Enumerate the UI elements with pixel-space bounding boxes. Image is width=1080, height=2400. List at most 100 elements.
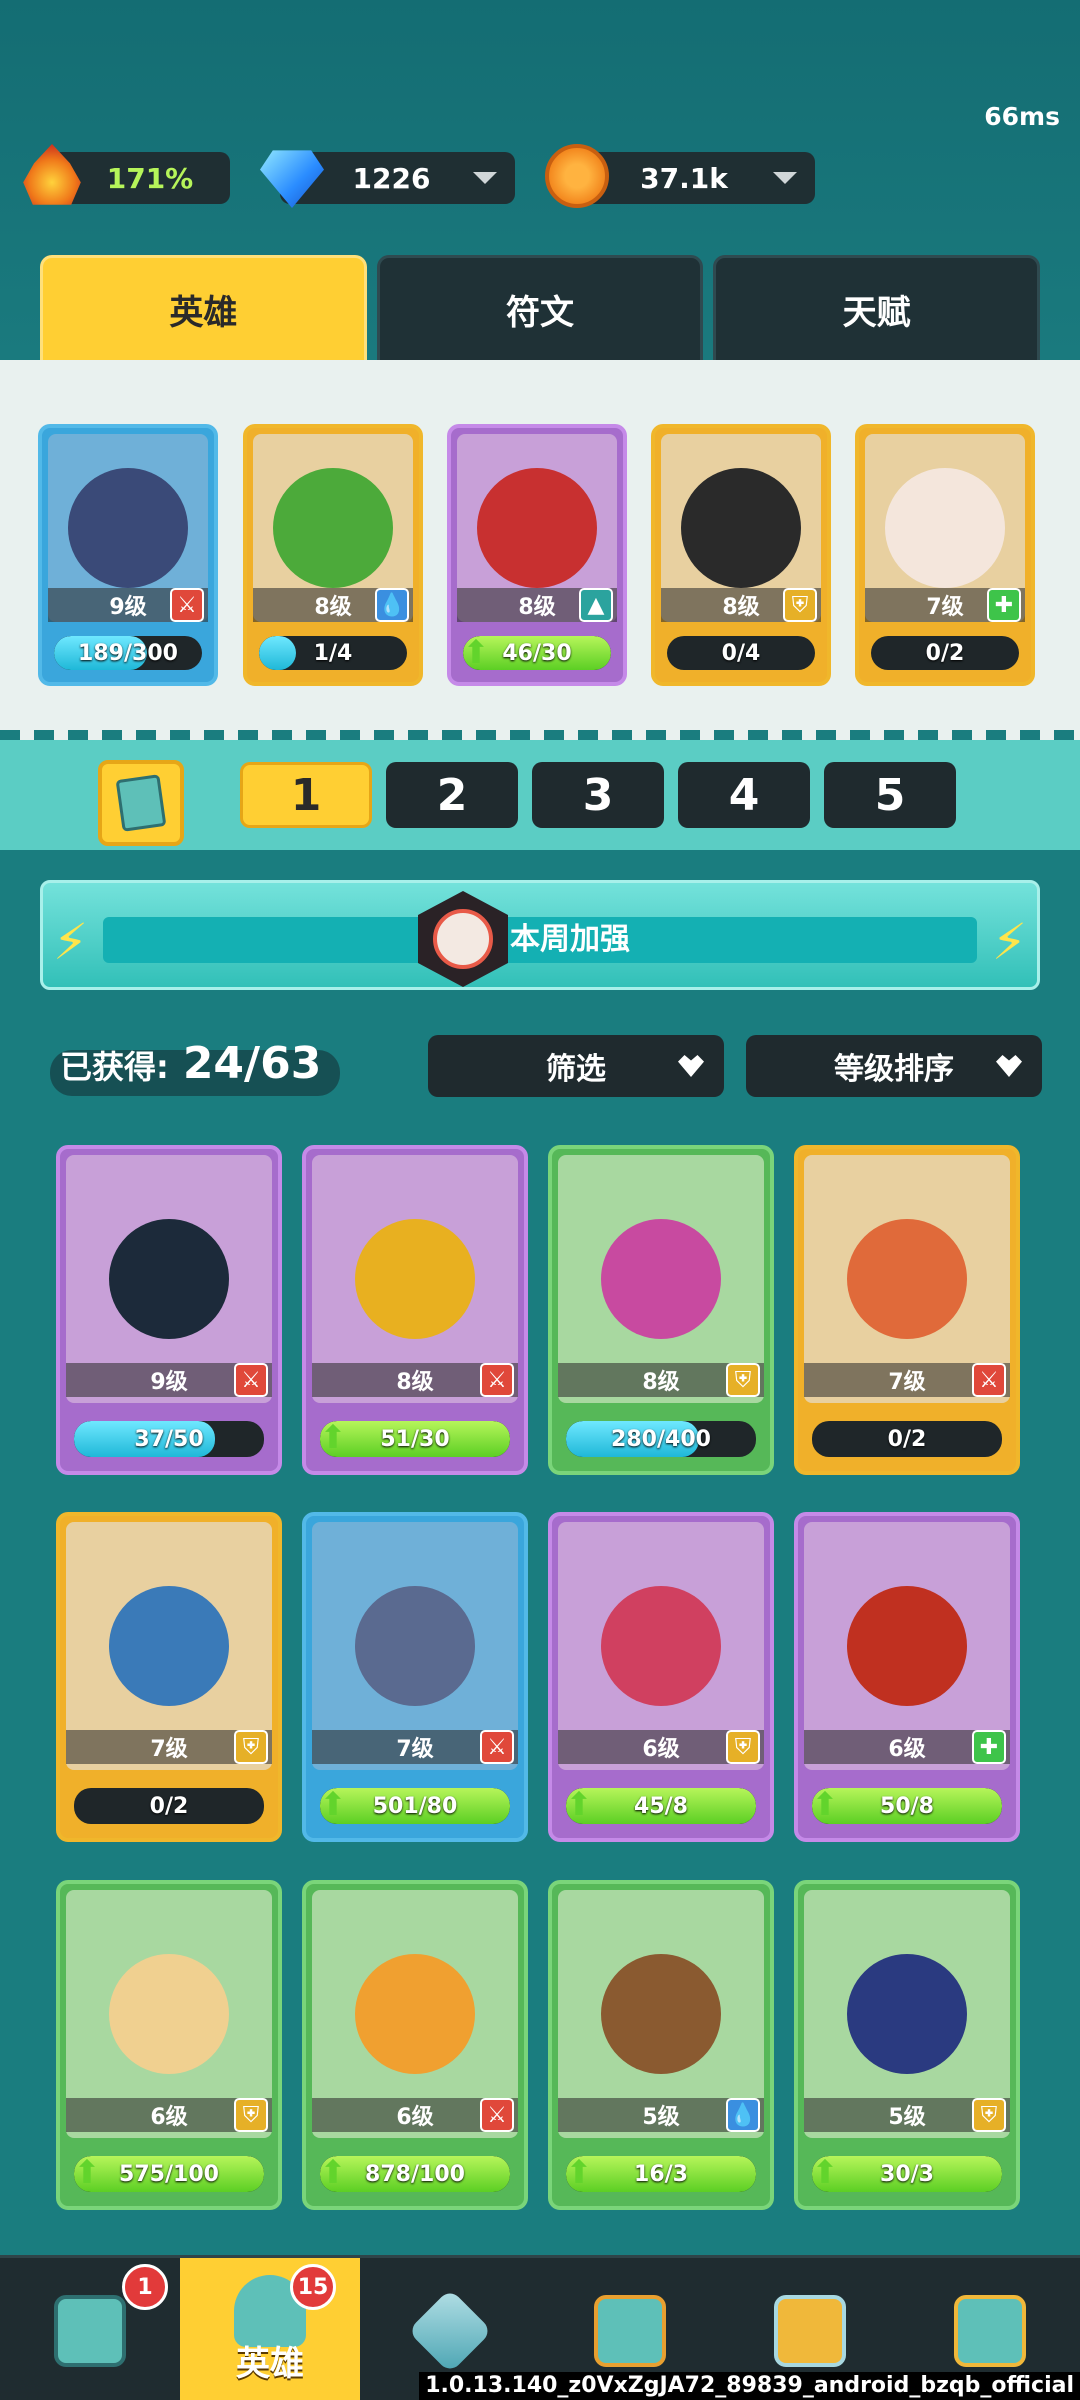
team-page-3[interactable]: 3 [532, 762, 664, 828]
hero-avatar [109, 1586, 229, 1706]
owned-count: 已获得: 24/63 [60, 1038, 321, 1089]
filter-dropdown[interactable]: 筛选 [428, 1035, 724, 1097]
coin-resource[interactable]: 37.1k [545, 144, 815, 208]
sort-label: 等级排序 [834, 1052, 954, 1087]
plus-icon: ✚ [987, 588, 1021, 622]
team-page-5[interactable]: 5 [824, 762, 956, 828]
progress-fill [259, 636, 296, 670]
hero-card[interactable]: 6级 ⚔ ⬆ 878/100 [302, 1880, 528, 2210]
hero-progress-text: 45/8 [634, 1793, 688, 1819]
banner-title: 本周加强 [510, 922, 630, 957]
team-hero-card[interactable]: 8级 ▲ ⬆ 46/30 [447, 424, 627, 686]
hero-progress-text: 0/2 [925, 640, 965, 666]
hero-progress-text: 878/100 [365, 2161, 465, 2187]
paw-coin-icon [545, 144, 609, 208]
guild-banner-icon [954, 2294, 1026, 2367]
hero-avatar [601, 1586, 721, 1706]
sword-icon: ⚔ [480, 2098, 514, 2132]
hero-card[interactable]: 6级 ⛨ ⬆ 575/100 [56, 1880, 282, 2210]
shield-icon: ⛨ [726, 1730, 760, 1764]
hero-progress-bar: ⬆ 575/100 [74, 2156, 264, 2192]
hero-card[interactable]: 6级 ⛨ ⬆ 45/8 [548, 1512, 774, 1842]
hero-progress-bar: 0/2 [74, 1788, 264, 1824]
team-hero-card[interactable]: 8级 💧 1/4 [243, 424, 423, 686]
hero-progress-bar: ⬆ 51/30 [320, 1421, 510, 1457]
hero-progress-text: 16/3 [634, 2161, 688, 2187]
upgrade-arrow-icon: ⬆ [812, 2156, 839, 2191]
ping-indicator: 66ms [984, 102, 1060, 131]
upgrade-arrow-icon: ⬆ [74, 2156, 101, 2191]
hero-avatar [355, 1954, 475, 2074]
sword-icon: ⚔ [170, 588, 204, 622]
main-tabs: 英雄 符文 天赋 [40, 255, 1041, 360]
hero-progress-bar: 0/4 [667, 636, 815, 670]
hero-card[interactable]: 7级 ⚔ ⬆ 501/80 [302, 1512, 528, 1842]
hero-card[interactable]: 7级 ⛨ 0/2 [56, 1512, 282, 1842]
hero-progress-text: 0/4 [721, 640, 761, 666]
shield-icon: ⛨ [972, 2098, 1006, 2132]
hero-avatar [109, 1219, 229, 1339]
nav-heroes-label: 英雄 [236, 2344, 304, 2384]
hero-progress-bar: 189/300 [54, 636, 202, 670]
gem-resource[interactable]: 1226 [260, 150, 515, 208]
gift-icon [594, 2294, 666, 2367]
shield-icon: ⛨ [726, 1363, 760, 1397]
water-drop-icon: 💧 [375, 588, 409, 622]
power-resource: 171% [23, 144, 230, 205]
hero-avatar [273, 468, 393, 588]
hero-card[interactable]: 5级 💧 ⬆ 16/3 [548, 1880, 774, 2210]
hero-progress-bar: ⬆ 46/30 [463, 636, 611, 670]
hero-progress-bar: 0/2 [812, 1421, 1002, 1457]
team-page-1[interactable]: 1 [240, 762, 372, 828]
hero-progress-bar: 280/400 [566, 1421, 756, 1457]
team-hero-card[interactable]: 7级 ✚ 0/2 [855, 424, 1035, 686]
upgrade-arrow-icon: ⬆ [320, 1421, 347, 1456]
card-deck-button[interactable] [98, 760, 184, 846]
hero-card[interactable]: 6级 ✚ ⬆ 50/8 [794, 1512, 1020, 1842]
hero-progress-text: 189/300 [78, 640, 178, 666]
sword-icon: ⚔ [972, 1363, 1006, 1397]
owned-label: 已获得: [60, 1048, 169, 1086]
hero-avatar [681, 468, 801, 588]
hero-avatar [885, 468, 1005, 588]
hero-card[interactable]: 9级 ⚔ 37/50 [56, 1145, 282, 1475]
shield-icon: ⛨ [234, 1730, 268, 1764]
team-page-4[interactable]: 4 [678, 762, 810, 828]
upgrade-arrow-icon: ⬆ [812, 1788, 839, 1823]
hero-progress-text: 1/4 [313, 640, 353, 666]
hero-progress-bar: ⬆ 878/100 [320, 2156, 510, 2192]
team-lineup: 9级 ⚔ 189/300 8级 💧 1/4 8级 ▲ ⬆ 46/30 8级 ⛨ 0/4 7级 ✚ 0/2 [0, 360, 1080, 740]
cards-icon [115, 774, 167, 832]
upgrade-arrow-icon: ⬆ [320, 1788, 347, 1823]
tab-runes[interactable]: 符文 [376, 255, 704, 360]
team-page-2[interactable]: 2 [386, 762, 518, 828]
hero-avatar [847, 1586, 967, 1706]
sword-icon: ⚔ [234, 1363, 268, 1397]
weekly-boost-banner[interactable]: ⚡ ⚡ 本周加强 [40, 880, 1040, 990]
hero-avatar [477, 468, 597, 588]
hero-card[interactable]: 8级 ⚔ ⬆ 51/30 [302, 1145, 528, 1475]
hero-progress-bar: ⬆ 50/8 [812, 1788, 1002, 1824]
chevron-down-icon[interactable] [773, 172, 797, 184]
hero-avatar [847, 1219, 967, 1339]
hero-progress-bar: ⬆ 45/8 [566, 1788, 756, 1824]
hero-progress-text: 37/50 [134, 1426, 204, 1452]
hero-progress-text: 0/2 [887, 1426, 927, 1452]
hero-progress-bar: ⬆ 501/80 [320, 1788, 510, 1824]
team-hero-card[interactable]: 9级 ⚔ 189/300 [38, 424, 218, 686]
hero-progress-text: 501/80 [372, 1793, 458, 1819]
tab-heroes[interactable]: 英雄 [40, 255, 367, 360]
arrow-up-icon: ▲ [579, 588, 613, 622]
upgrade-arrow-icon: ⬆ [320, 2156, 347, 2191]
upgrade-arrow-icon: ⬆ [463, 636, 490, 670]
hero-card[interactable]: 7级 ⚔ 0/2 [794, 1145, 1020, 1475]
team-hero-card[interactable]: 8级 ⛨ 0/4 [651, 424, 831, 686]
upgrade-arrow-icon: ⬆ [566, 2156, 593, 2191]
water-drop-icon: 💧 [726, 2098, 760, 2132]
tab-talents[interactable]: 天赋 [713, 255, 1041, 360]
hero-card[interactable]: 8级 ⛨ 280/400 [548, 1145, 774, 1475]
hero-card[interactable]: 5级 ⛨ ⬆ 30/3 [794, 1880, 1020, 2210]
hero-progress-bar: 0/2 [871, 636, 1019, 670]
sort-dropdown[interactable]: 等级排序 [746, 1035, 1042, 1097]
chevron-down-icon[interactable] [473, 172, 497, 184]
